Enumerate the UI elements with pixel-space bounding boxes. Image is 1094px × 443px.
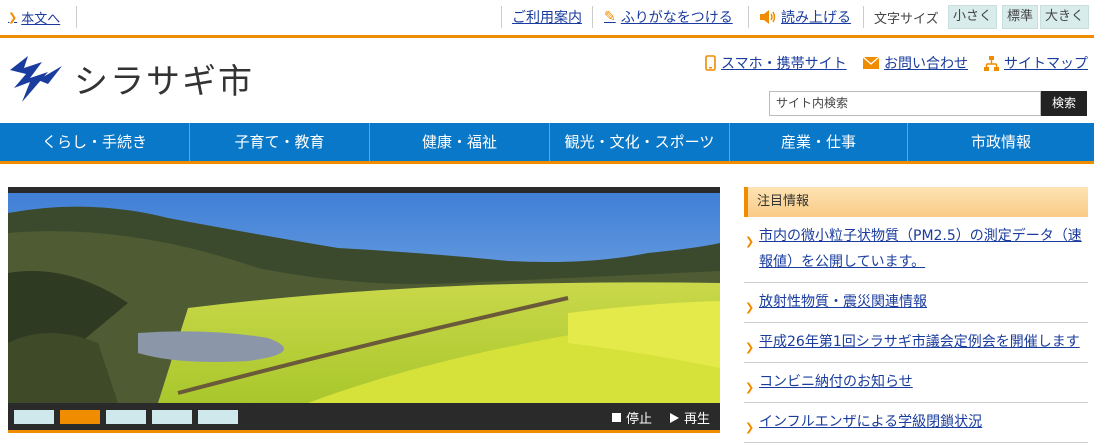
font-size-large-button[interactable]: 大きく [1040,5,1090,29]
egret-logo-icon [10,56,62,102]
chevron-right-icon: ❯ [745,301,755,314]
stop-label: 停止 [626,412,653,427]
skip-label: 本文へ [21,12,61,27]
featured-link[interactable]: 市内の微小粒子状物質（PM2.5）の測定データ（速報値）を公開しています。 [759,228,1082,270]
nav-item-health[interactable]: 健康・福祉 [370,123,550,161]
slide-indicator-3[interactable] [106,410,146,424]
chevron-right-icon: ❯ [745,381,755,394]
guide-link[interactable]: ご利用案内 [512,7,582,27]
featured-link[interactable]: 平成26年第1回シラサギ市議会定例会を開催します [759,334,1080,350]
divider [501,6,502,28]
slide-indicator-1[interactable] [14,410,54,424]
divider [592,6,593,28]
slide-indicator-2[interactable] [60,410,100,424]
featured-link[interactable]: インフルエンザによる学級閉鎖状況 [759,414,982,430]
divider [76,6,77,28]
slide-indicator-4[interactable] [152,410,192,424]
furigana-link[interactable]: ✎ ふりがなをつける [604,7,733,27]
divider [863,6,864,28]
mobile-site-link[interactable]: スマホ・携帯サイト [705,53,847,73]
play-button[interactable]: 再生 [670,408,710,427]
slide-controls: 停止 再生 [8,403,720,430]
skip-to-content-link[interactable]: ❯ 本文へ [8,8,60,27]
chevron-down-icon: ❯ [8,11,18,24]
play-label: 再生 [684,412,711,427]
list-item[interactable]: ❯ 市内の微小粒子状物質（PM2.5）の測定データ（速報値）を公開しています。 [744,217,1088,283]
nav-item-cityinfo[interactable]: 市政情報 [908,123,1094,161]
speaker-icon [760,10,776,24]
list-item[interactable]: ❯ インフルエンザによる学級閉鎖状況 [744,403,1088,443]
chevron-right-icon: ❯ [745,341,755,354]
search-input[interactable]: サイト内検索 [769,91,1041,116]
furigana-label: ふりがなをつける [620,10,733,26]
top-rule [0,35,1094,38]
list-item[interactable]: ❯ 放射性物質・震災関連情報 [744,283,1088,323]
contact-label: お問い合わせ [884,56,968,72]
stop-button[interactable]: 停止 [612,408,652,427]
slideshow: 停止 再生 [8,187,720,430]
divider [748,6,749,28]
slider-rule [8,430,720,433]
featured-link[interactable]: 放射性物質・震災関連情報 [759,294,927,310]
play-icon [670,412,679,423]
site-logo[interactable]: シラサギ市 [8,52,254,104]
font-size-normal-button[interactable]: 標準 [1002,5,1039,29]
chevron-right-icon: ❯ [745,421,755,434]
font-size-small-button[interactable]: 小さく [948,5,998,29]
search-button[interactable]: 検索 [1041,91,1087,116]
guide-label: ご利用案内 [512,10,582,26]
mobile-site-label: スマホ・携帯サイト [721,56,847,72]
slide-indicator-5[interactable] [198,410,238,424]
featured-section: 注目情報 ❯ 市内の微小粒子状物質（PM2.5）の測定データ（速報値）を公開して… [744,187,1088,443]
read-aloud-label: 読み上げる [781,10,851,26]
read-aloud-link[interactable]: 読み上げる [759,7,851,27]
smartphone-icon [705,55,716,71]
chevron-right-icon: ❯ [745,235,755,248]
featured-list: ❯ 市内の微小粒子状物質（PM2.5）の測定データ（速報値）を公開しています。 … [744,217,1088,443]
nav-rule [0,161,1094,164]
slide-image [8,193,720,403]
nav-item-childcare[interactable]: 子育て・教育 [190,123,370,161]
list-item[interactable]: ❯ コンビニ納付のお知らせ [744,363,1088,403]
site-name: シラサギ市 [74,61,254,102]
sitemap-label: サイトマップ [1004,56,1088,72]
stop-icon [612,413,621,422]
utility-bar: ❯ 本文へ ご利用案内 ✎ ふりがなをつける 読み上げる 文字サイズ 小さく 標… [0,0,1094,35]
list-item[interactable]: ❯ 平成26年第1回シラサギ市議会定例会を開催します [744,323,1088,363]
sitemap-icon [984,55,999,71]
nav-item-tourism[interactable]: 観光・文化・スポーツ [550,123,730,161]
nav-item-industry[interactable]: 産業・仕事 [730,123,908,161]
envelope-icon [863,57,879,69]
featured-link[interactable]: コンビニ納付のお知らせ [759,374,913,390]
pencil-icon: ✎ [604,9,616,25]
global-nav: くらし・手続き 子育て・教育 健康・福祉 観光・文化・スポーツ 産業・仕事 市政… [0,123,1094,161]
font-size-label: 文字サイズ [874,12,939,27]
nav-item-living[interactable]: くらし・手続き [0,123,190,161]
contact-link[interactable]: お問い合わせ [863,53,968,73]
featured-heading: 注目情報 [744,187,1088,217]
sitemap-link[interactable]: サイトマップ [984,53,1088,73]
